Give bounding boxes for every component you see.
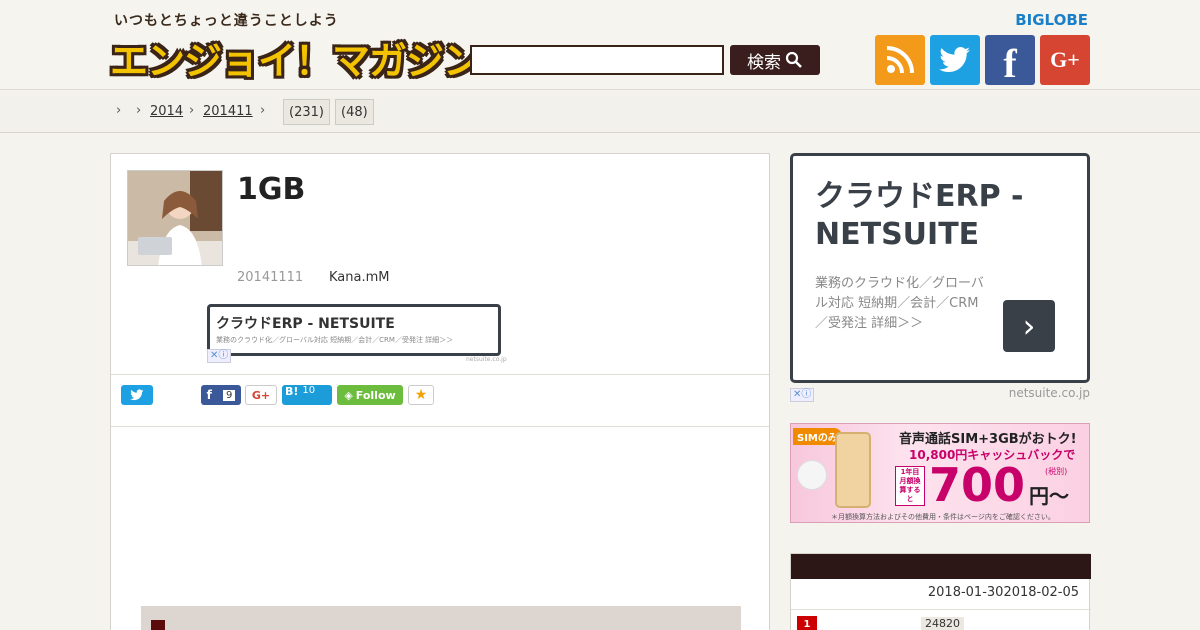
ad-small-desc: 業務のクラウド化／グローバル対応 短納期／会計／CRM／受発注 詳細＞＞ (216, 336, 454, 344)
ad-arrow-button[interactable]: › (1003, 300, 1055, 352)
tweet-button[interactable] (121, 385, 153, 405)
ad-banner-small[interactable]: クラウドERP - NETSUITE 業務のクラウド化／グローバル対応 短納期／… (207, 304, 501, 356)
star-button[interactable]: ★ (408, 385, 434, 405)
rank-number-badge: 1 (797, 616, 817, 630)
hatena-count: 10 (302, 385, 316, 396)
search-button[interactable]: 検索 (730, 45, 820, 75)
rss-icon (886, 46, 914, 74)
ad-close-icon[interactable]: ✕ⓘ (207, 349, 232, 363)
site-header: いつもとちょっと違うことしよう エンジョイ！マガジン 検索 BIGLOBE f … (0, 0, 1200, 90)
author-avatar[interactable] (127, 170, 223, 266)
rss-button[interactable] (875, 35, 925, 85)
sim-promo-banner[interactable]: SIMのみ 音声通話SIM+3GBがおトク! 10,800円キャッシュバックで … (790, 423, 1090, 523)
category-count-badge[interactable]: (231) (283, 99, 330, 125)
article-card: 1GB 20141111 Kana.mM クラウドERP - NETSUITE … (110, 153, 770, 630)
article-author[interactable]: Kana.mM (329, 270, 389, 285)
ad-big-domain[interactable]: netsuite.co.jp (1009, 386, 1090, 400)
ad-big-desc: 業務のクラウド化／グローバル対応 短納期／会計／CRM／受発注 詳細＞＞ (815, 276, 984, 331)
facebook-share-button[interactable]: f 9 (201, 385, 241, 405)
feedly-icon: ◈ (344, 388, 353, 402)
google-plus-icon: G+ (251, 388, 271, 402)
chevron-right-icon: › (136, 103, 142, 118)
biglobe-logo[interactable]: BIGLOBE (1015, 11, 1088, 29)
ad-footer: ✕ⓘ netsuite.co.jp (790, 386, 1090, 404)
article-date: 20141111 (237, 270, 304, 285)
sim-card-image (797, 460, 827, 490)
search-icon (785, 51, 802, 68)
ad-close-icon[interactable]: ✕ⓘ (790, 388, 815, 402)
chevron-right-icon: › (260, 103, 266, 118)
facebook-icon: f (1003, 40, 1017, 86)
follow-label: Follow (355, 388, 396, 402)
search-input[interactable] (470, 45, 724, 75)
chevron-right-icon: › (116, 103, 122, 118)
ad-small-domain: netsuite.co.jp (466, 356, 507, 363)
chevron-right-icon: › (189, 103, 195, 118)
twitter-button[interactable] (930, 35, 980, 85)
banner-unit: 円〜 (1029, 484, 1069, 508)
ad-big-title: クラウドERP - NETSUITE (815, 179, 1024, 252)
rank-pageviews: 24820 (921, 617, 964, 630)
banner-line1: 音声通話SIM+3GBがおトク! (899, 432, 1077, 447)
banner-tax: (税別) (1045, 467, 1068, 476)
breadcrumb-year[interactable]: 2014 (150, 104, 183, 119)
twitter-icon (130, 389, 144, 401)
site-logo[interactable]: エンジョイ！マガジン (110, 30, 481, 85)
divider (791, 609, 1091, 610)
hatena-bookmark-button[interactable]: B! 10 (282, 385, 332, 405)
google-plus-button[interactable]: G+ (1040, 35, 1090, 85)
content-section-header (141, 606, 741, 630)
google-plus-icon: G+ (1050, 47, 1080, 72)
facebook-share-count: 9 (223, 389, 236, 401)
banner-badge: 1年目 月額換算すると (895, 466, 925, 506)
tag-count-badge[interactable]: (48) (335, 99, 374, 125)
share-buttons: f 9 G+ B! 10 ◈ Follow ★ (111, 374, 769, 427)
ad-small-title: クラウドERP - NETSUITE (216, 316, 395, 332)
article-title: 1GB (237, 172, 306, 207)
tagline: いつもとちょっと違うことしよう (114, 13, 339, 29)
ranking-widget: 2018-01-302018-02-05 1 24820 (790, 553, 1091, 630)
ranking-date-range: 2018-01-302018-02-05 (927, 585, 1079, 600)
facebook-button[interactable]: f (985, 35, 1035, 86)
banner-price: 700 (929, 458, 1026, 512)
google-plus-share-button[interactable]: G+ (245, 385, 277, 405)
phone-image (835, 432, 871, 508)
hatena-icon: B! (285, 385, 299, 398)
chevron-right-icon: › (1022, 307, 1036, 345)
ranking-header (791, 554, 1091, 579)
search-button-label: 検索 (747, 52, 781, 73)
banner-note: ＊月額換算方法およびその他費用・条件はページ内をご確認ください。 (831, 513, 1055, 521)
facebook-icon: f (206, 388, 212, 402)
breadcrumb: › › 2014 › 201411 › (0, 91, 1200, 133)
feedly-follow-button[interactable]: ◈ Follow (337, 385, 403, 405)
section-marker-icon (151, 620, 165, 630)
breadcrumb-month[interactable]: 201411 (203, 104, 253, 119)
star-icon: ★ (414, 387, 428, 403)
ad-banner-large[interactable]: クラウドERP - NETSUITE 業務のクラウド化／グローバル対応 短納期／… (790, 153, 1090, 383)
twitter-icon (939, 47, 970, 73)
